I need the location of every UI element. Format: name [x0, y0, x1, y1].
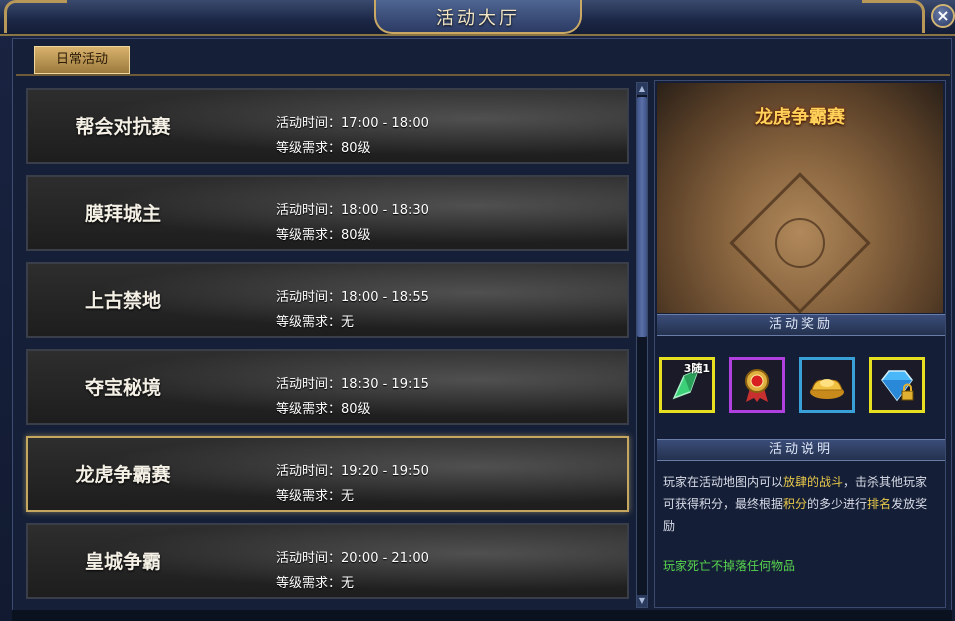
tab-divider — [16, 74, 950, 76]
activity-level: 等级需求：无 — [276, 489, 355, 504]
activity-name: 皇城争霸 — [84, 551, 161, 573]
window-title: 活动大厅 — [436, 8, 520, 29]
activity-item[interactable]: 帮会对抗赛 活动时间：17:00 - 18:00 等级需求：80级 — [26, 88, 629, 164]
activity-item[interactable]: 上古禁地 活动时间：18:00 - 18:55 等级需求：无 — [26, 262, 629, 338]
desc-text: 的多少进行 — [807, 497, 868, 511]
rewards-header: 活动奖励 — [657, 314, 945, 336]
activity-item[interactable]: 夺宝秘境 活动时间：18:30 - 19:15 等级需求：80级 — [26, 349, 629, 425]
activity-name: 夺宝秘境 — [84, 377, 161, 399]
reward-slot[interactable] — [729, 357, 785, 413]
reward-slot[interactable]: 3随1 — [659, 357, 715, 413]
list-scrollbar[interactable]: ▲ ▼ — [636, 82, 648, 608]
activity-level: 等级需求：80级 — [276, 228, 371, 243]
activity-item[interactable]: 皇城争霸 活动时间：20:00 - 21:00 等级需求：无 — [26, 523, 629, 599]
description-header: 活动说明 — [657, 439, 945, 461]
activity-time: 活动时间：19:20 - 19:50 — [276, 464, 429, 479]
tab-daily-activities[interactable]: 日常活动 — [34, 46, 130, 74]
gold-ingot-icon — [810, 379, 844, 399]
desc-highlight: 放肆的战斗 — [783, 475, 844, 489]
reward-badge: 3随1 — [683, 362, 710, 375]
activity-time: 活动时间：17:00 - 18:00 — [276, 116, 429, 131]
activity-level: 等级需求：无 — [276, 576, 355, 591]
rewards-row: 3随1 — [657, 341, 945, 437]
activity-name: 上古禁地 — [84, 290, 161, 312]
reward-slot[interactable] — [799, 357, 855, 413]
activity-note: 玩家死亡不掉落任何物品 — [663, 559, 796, 573]
corner-ornament-right — [862, 0, 925, 33]
activity-time: 活动时间：18:00 - 18:30 — [276, 203, 429, 218]
activity-level: 等级需求：80级 — [276, 402, 371, 417]
desc-highlight: 积分 — [783, 497, 808, 511]
title-plate: 活动大厅 — [374, 0, 582, 34]
activity-list: 帮会对抗赛 活动时间：17:00 - 18:00 等级需求：80级 膜拜城主 活… — [22, 82, 634, 604]
desc-text: 玩家在活动地图内可以 — [663, 475, 784, 489]
activity-description: 玩家在活动地图内可以放肆的战斗，击杀其他玩家可获得积分，最终根据积分的多少进行排… — [663, 471, 939, 537]
close-button[interactable]: × — [931, 4, 955, 28]
scroll-up-arrow-icon[interactable]: ▲ — [637, 83, 647, 95]
activity-item-selected[interactable]: 龙虎争霸赛 活动时间：19:20 - 19:50 等级需求：无 — [26, 436, 629, 512]
activity-time: 活动时间：18:30 - 19:15 — [276, 377, 429, 392]
desc-highlight: 排名 — [867, 497, 892, 511]
activity-name: 膜拜城主 — [84, 203, 161, 225]
activity-name: 帮会对抗赛 — [75, 116, 171, 138]
bottom-strip — [12, 610, 952, 621]
activity-detail-title: 龙虎争霸赛 — [755, 107, 845, 128]
scroll-thumb[interactable] — [637, 97, 647, 337]
scroll-down-arrow-icon[interactable]: ▼ — [637, 595, 647, 607]
activity-preview-image: 龙虎争霸赛 — [657, 83, 943, 313]
medal-icon — [745, 369, 769, 402]
activity-time: 活动时间：20:00 - 21:00 — [276, 551, 429, 566]
activity-detail-panel: 龙虎争霸赛 活动奖励 3随1 活动说明 玩家在活动地图内可以放肆的战斗，击杀其他… — [654, 80, 946, 608]
activity-item[interactable]: 膜拜城主 活动时间：18:00 - 18:30 等级需求：80级 — [26, 175, 629, 251]
activity-name: 龙虎争霸赛 — [75, 464, 171, 486]
diamond-locked-icon — [881, 370, 914, 402]
title-bar[interactable]: 活动大厅 × — [0, 0, 955, 36]
activity-time: 活动时间：18:00 - 18:55 — [276, 290, 429, 305]
activity-level: 等级需求：无 — [276, 315, 355, 330]
corner-ornament-left — [4, 0, 67, 33]
activity-level: 等级需求：80级 — [276, 141, 371, 156]
activity-hall-window: 活动大厅 × 日常活动 帮会对抗赛 活动时间：17:00 - 18:00 等级需… — [0, 0, 955, 621]
reward-slot[interactable] — [869, 357, 925, 413]
